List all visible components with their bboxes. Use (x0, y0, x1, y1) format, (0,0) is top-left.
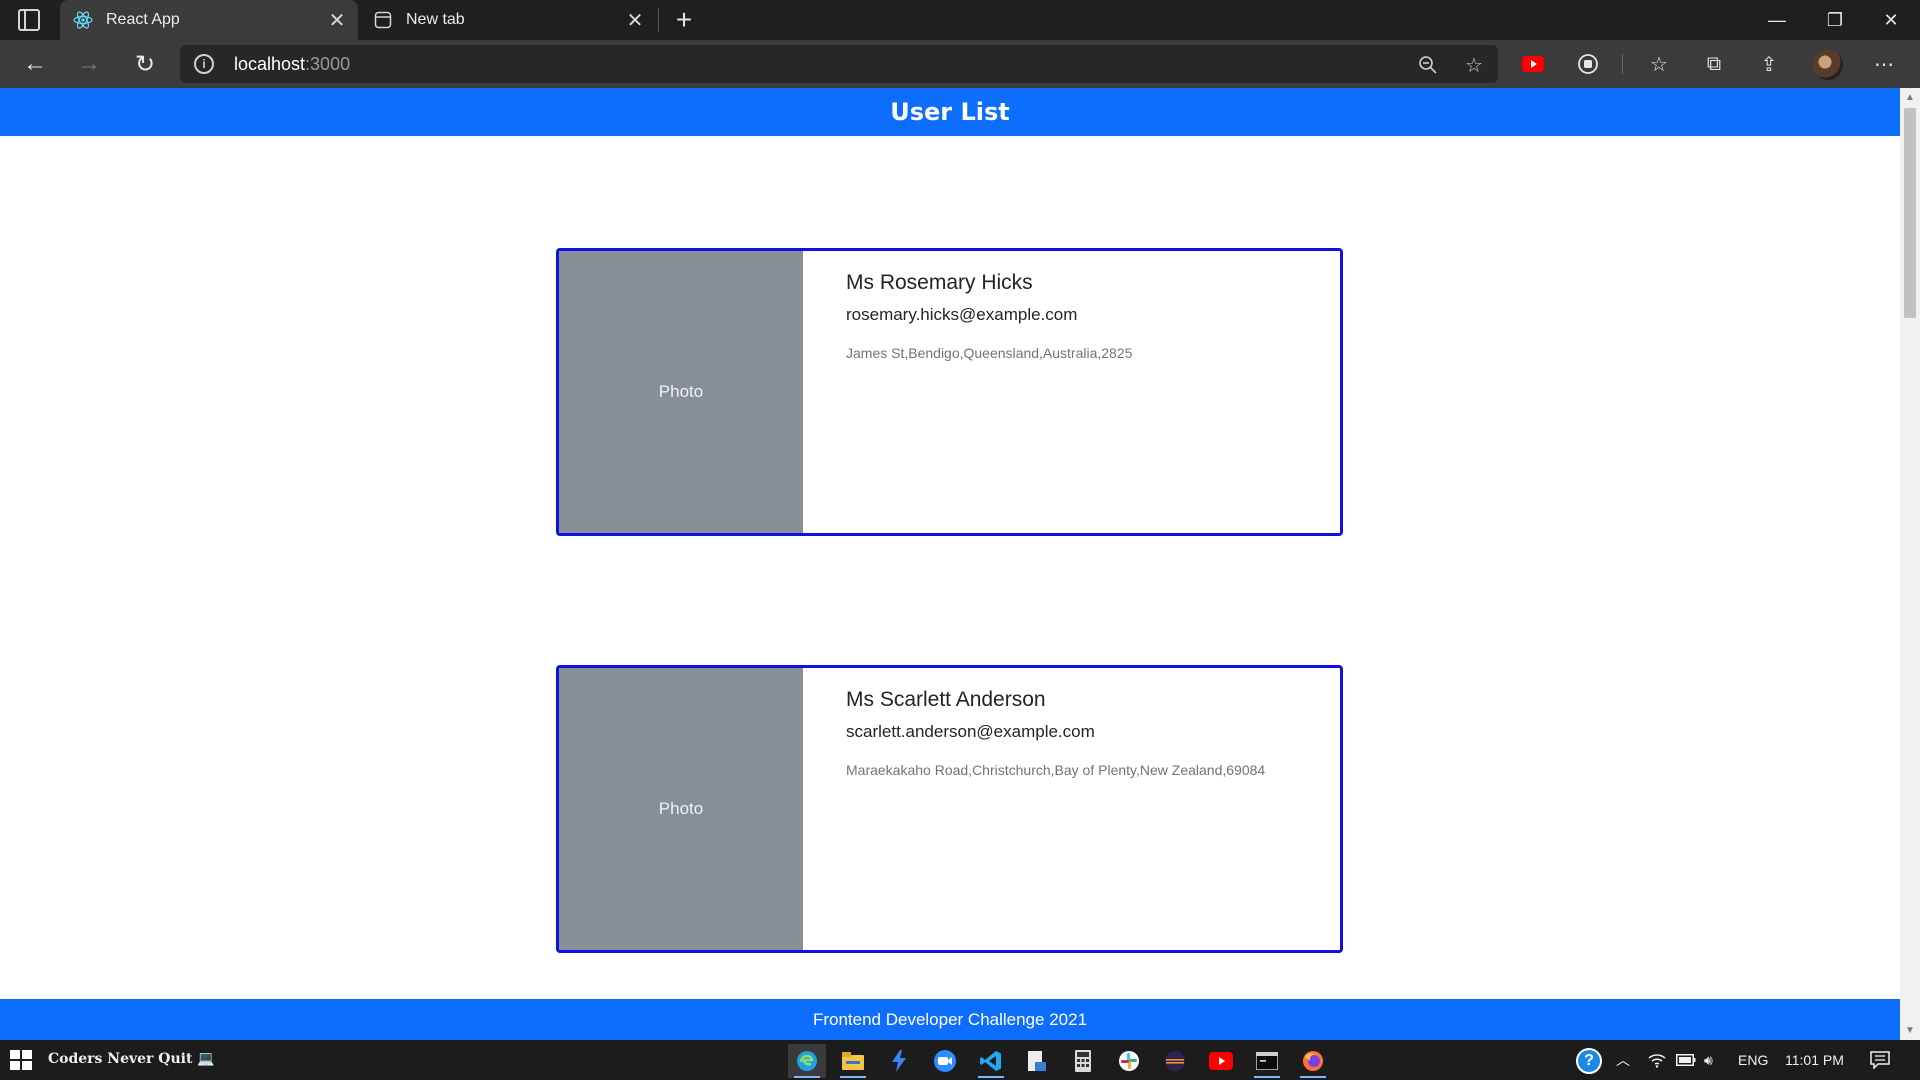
firefox-taskbar-icon[interactable] (1294, 1044, 1332, 1078)
user-email: rosemary.hicks@example.com (846, 305, 1078, 324)
window-close-icon[interactable]: ✕ (1862, 0, 1920, 40)
notifications-icon[interactable] (1870, 1040, 1890, 1080)
user-photo-placeholder: Photo (559, 251, 803, 533)
restore-icon[interactable]: ❐ (1806, 0, 1864, 40)
wifi-icon[interactable] (1648, 1040, 1666, 1080)
url-text[interactable]: localhost:3000 (234, 54, 350, 75)
toolbar-divider (1622, 54, 1623, 74)
minimize-icon[interactable]: — (1748, 0, 1806, 40)
newtab-icon (372, 9, 394, 31)
share-icon[interactable]: ⇪ (1755, 50, 1783, 78)
react-icon (72, 9, 94, 31)
tab-separator (658, 8, 659, 32)
power-automate-taskbar-icon[interactable] (880, 1044, 918, 1078)
zoom-out-icon[interactable] (1416, 53, 1440, 77)
user-info: Ms Rosemary Hicks rosemary.hicks@example… (803, 251, 1132, 533)
site-info-icon[interactable]: i (194, 54, 214, 74)
photo-label: Photo (658, 382, 704, 401)
tab-title: New tab (406, 11, 465, 28)
photo-label: Photo (658, 799, 704, 818)
add-favorite-star-icon[interactable]: ☆ (1462, 53, 1486, 77)
slack-taskbar-icon[interactable] (1110, 1044, 1148, 1078)
new-tab-plus-icon[interactable]: + (668, 4, 700, 36)
collections-icon[interactable]: ⧉ (1700, 50, 1728, 78)
youtube-extension-icon[interactable] (1519, 50, 1547, 78)
back-arrow-icon[interactable]: ← (18, 48, 52, 80)
tab-react-app[interactable]: React App ✕ (60, 0, 358, 40)
terminal-taskbar-icon[interactable] (1248, 1044, 1286, 1078)
user-address: Maraekakaho Road,Christchurch,Bay of Ple… (846, 762, 1266, 778)
page-viewport: User List Photo Ms Rosemary Hicks rosema… (0, 88, 1920, 1040)
vertical-scrollbar[interactable]: ▲ ▼ (1900, 88, 1920, 1040)
eclipse-taskbar-icon[interactable] (1156, 1044, 1194, 1078)
taskbar-toolbar-label: Coders Never Quit 💻 (48, 1051, 215, 1067)
notes-app-taskbar-icon[interactable] (1018, 1044, 1056, 1078)
media-extension-icon[interactable] (1574, 50, 1602, 78)
tab-close-icon[interactable]: ✕ (620, 8, 650, 33)
language-indicator[interactable]: ENG (1738, 1040, 1768, 1080)
tab-actions-icon[interactable] (18, 9, 40, 31)
vscode-taskbar-icon[interactable] (972, 1044, 1010, 1078)
page-title: User List (890, 98, 1010, 126)
zoom-taskbar-icon[interactable] (926, 1044, 964, 1078)
profile-avatar[interactable] (1813, 50, 1843, 80)
volume-icon[interactable]: 🔊︎ (1704, 1040, 1713, 1080)
windows-taskbar: Coders Never Quit 💻 ? ︿ 🔊︎ ENG 11:01 PM (0, 1040, 1920, 1080)
address-bar[interactable]: i localhost:3000 ☆ (180, 45, 1498, 83)
more-menu-icon[interactable]: ⋯ (1870, 50, 1898, 78)
user-card: Photo Ms Rosemary Hicks rosemary.hicks@e… (556, 248, 1343, 536)
show-hidden-icons-chevron-icon[interactable]: ︿ (1616, 1040, 1630, 1080)
browser-tab-bar: React App ✕ New tab ✕ + — ❐ ✕ (0, 0, 1920, 40)
page-footer: Frontend Developer Challenge 2021 (0, 999, 1900, 1040)
footer-text: Frontend Developer Challenge 2021 (812, 1009, 1088, 1029)
user-info: Ms Scarlett Anderson scarlett.anderson@e… (803, 668, 1265, 950)
user-name: Ms Scarlett Anderson (846, 688, 1046, 711)
refresh-icon[interactable]: ↻ (128, 48, 162, 80)
user-address: James St,Bendigo,Queensland,Australia,28… (846, 345, 1133, 361)
favorites-icon[interactable]: ☆ (1645, 50, 1673, 78)
tab-new-tab[interactable]: New tab ✕ (360, 0, 656, 40)
tab-title: React App (106, 11, 180, 28)
scroll-down-arrow-icon[interactable]: ▼ (1905, 1025, 1915, 1036)
clock-time[interactable]: 11:01 PM (1785, 1040, 1844, 1080)
tab-close-icon[interactable]: ✕ (322, 8, 352, 33)
help-icon[interactable]: ? (1576, 1048, 1602, 1074)
scroll-up-arrow-icon[interactable]: ▲ (1905, 92, 1915, 103)
youtube-taskbar-icon[interactable] (1202, 1044, 1240, 1078)
user-name: Ms Rosemary Hicks (846, 271, 1033, 294)
page-header: User List (0, 88, 1900, 136)
edge-taskbar-icon[interactable] (788, 1044, 826, 1078)
user-email: scarlett.anderson@example.com (846, 722, 1095, 741)
user-photo-placeholder: Photo (559, 668, 803, 950)
forward-arrow-icon[interactable]: → (72, 48, 106, 80)
browser-toolbar: ← → ↻ i localhost:3000 ☆ ☆ ⧉ ⇪ ⋯ (0, 40, 1920, 88)
user-card: Photo Ms Scarlett Anderson scarlett.ande… (556, 665, 1343, 953)
file-explorer-taskbar-icon[interactable] (834, 1044, 872, 1078)
calculator-taskbar-icon[interactable] (1064, 1044, 1102, 1078)
battery-icon[interactable] (1676, 1040, 1696, 1080)
scrollbar-thumb[interactable] (1904, 108, 1916, 318)
windows-start-icon[interactable] (10, 1050, 32, 1070)
